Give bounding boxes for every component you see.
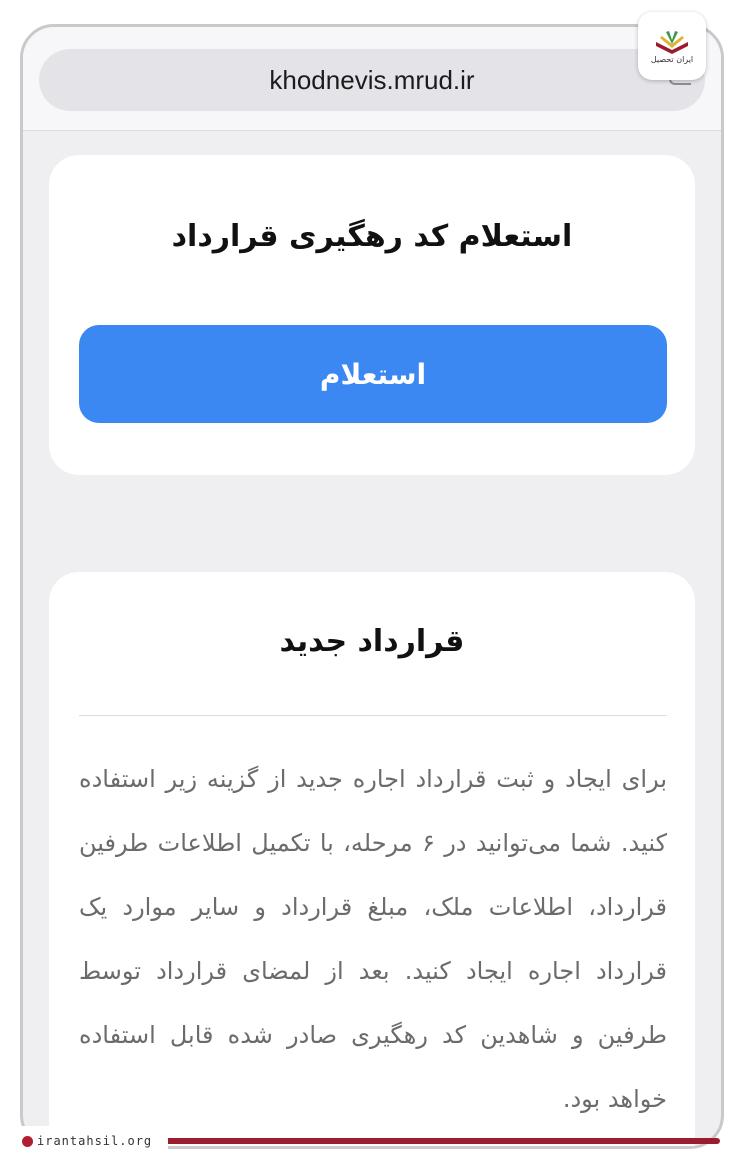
- logo-text: ایران تحصیل: [650, 55, 694, 64]
- new-contract-card: قرارداد جدید برای ایجاد و ثبت قرارداد اج…: [49, 572, 695, 1146]
- site-text: irantahsil.org: [37, 1134, 153, 1148]
- globe-icon: [22, 1135, 33, 1147]
- phone-frame: khodnevis.mrud.ir استعلام کد رهگیری قرار…: [20, 24, 724, 1149]
- footer-watermark: irantahsil.org: [14, 1126, 168, 1156]
- url-text: khodnevis.mrud.ir: [269, 64, 475, 95]
- inquiry-button[interactable]: استعلام: [79, 325, 667, 423]
- irantahsil-logo: ایران تحصیل: [638, 12, 706, 80]
- address-bar[interactable]: khodnevis.mrud.ir: [39, 49, 705, 111]
- new-contract-description: برای ایجاد و ثبت قرارداد اجاره جدید از گ…: [79, 765, 668, 1113]
- new-contract-title: قرارداد جدید: [279, 624, 465, 659]
- browser-toolbar: khodnevis.mrud.ir: [23, 27, 721, 131]
- tracking-inquiry-card: استعلام کد رهگیری قرارداد استعلام: [49, 155, 695, 475]
- divider: [79, 715, 667, 716]
- book-logo-icon: [656, 31, 688, 54]
- footer-brand-line: [150, 1138, 720, 1144]
- tracking-card-title: استعلام کد رهگیری قرارداد: [171, 219, 573, 254]
